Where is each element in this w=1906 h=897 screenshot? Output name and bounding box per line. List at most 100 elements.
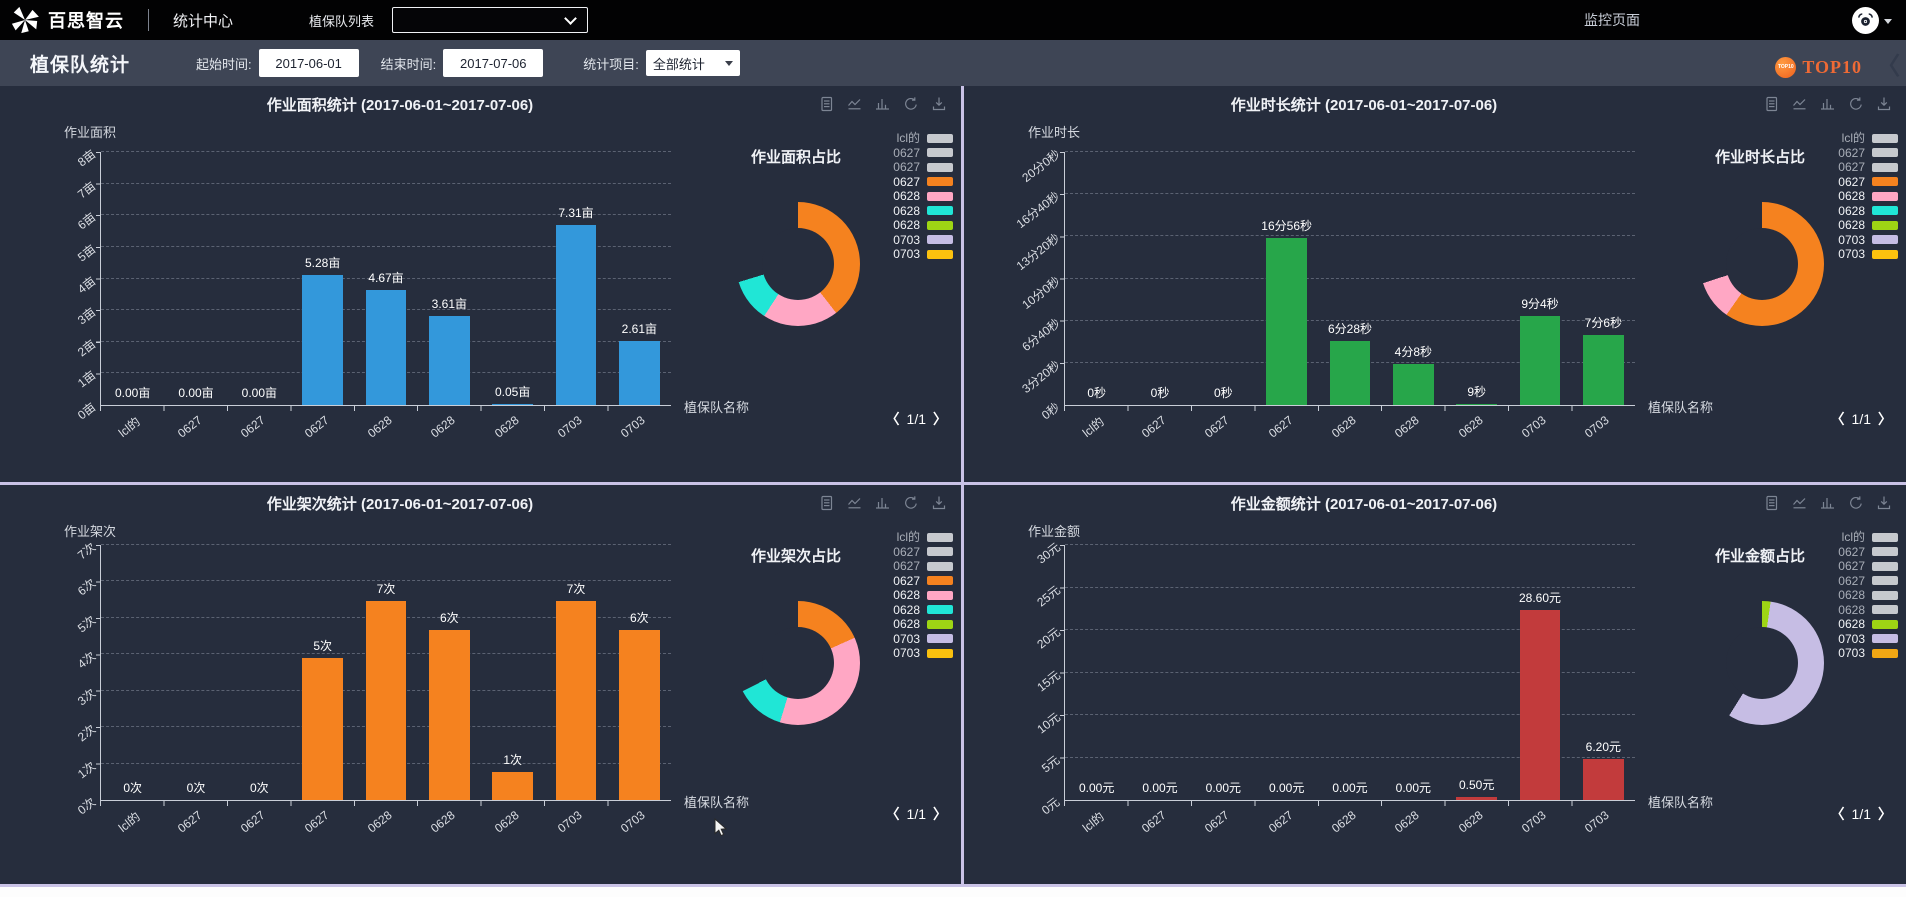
bar[interactable] — [429, 629, 470, 800]
legend-item[interactable]: 0703 — [893, 633, 953, 645]
bar[interactable] — [1393, 364, 1434, 405]
legend-item[interactable]: 0703 — [1838, 248, 1898, 260]
legend-item[interactable]: 0628 — [893, 589, 953, 601]
avatar-caret-icon[interactable] — [1884, 18, 1892, 24]
legend-item[interactable]: 0628 — [893, 190, 953, 202]
legend-item[interactable]: 0628 — [893, 618, 953, 630]
legend-item[interactable]: 0628 — [893, 205, 953, 217]
nav-item-statistics-center[interactable]: 统计中心 — [173, 10, 233, 31]
legend-item[interactable]: 0703 — [1838, 633, 1898, 645]
refresh-icon[interactable] — [903, 96, 919, 112]
legend-item[interactable]: 0628 — [1838, 589, 1898, 601]
prev-page-button[interactable]: 〈 — [1831, 804, 1845, 824]
bar[interactable] — [619, 629, 660, 800]
legend-item[interactable]: 0703 — [893, 647, 953, 659]
next-page-button[interactable]: 〉 — [1878, 409, 1892, 429]
download-icon[interactable] — [1876, 96, 1892, 112]
end-date-input[interactable] — [443, 49, 544, 77]
data-view-icon[interactable] — [819, 495, 835, 511]
bar[interactable] — [1519, 610, 1561, 800]
legend-item[interactable]: 0628 — [893, 604, 953, 616]
bar[interactable] — [365, 289, 407, 405]
line-chart-icon[interactable] — [1792, 495, 1808, 511]
legend-item[interactable]: lcl的 — [1838, 132, 1898, 144]
line-chart-icon[interactable] — [847, 495, 863, 511]
bar[interactable] — [302, 274, 343, 405]
line-chart-icon[interactable] — [1792, 96, 1808, 112]
bar[interactable] — [1456, 403, 1497, 405]
bar[interactable] — [555, 601, 597, 800]
legend-item[interactable]: 0628 — [1838, 618, 1898, 630]
legend-item[interactable]: lcl的 — [893, 531, 953, 543]
legend-item[interactable]: 0627 — [893, 161, 953, 173]
bar[interactable] — [365, 601, 407, 800]
prev-page-button[interactable]: 〈 — [886, 409, 900, 429]
legend-item[interactable]: lcl的 — [1838, 531, 1898, 543]
legend-item[interactable]: lcl的 — [893, 132, 953, 144]
legend-item[interactable]: 0628 — [1838, 205, 1898, 217]
bar[interactable] — [1519, 315, 1561, 405]
bar-chart-icon[interactable] — [875, 96, 891, 112]
bar[interactable] — [555, 224, 597, 405]
bar[interactable] — [492, 771, 533, 800]
legend-item[interactable]: 0627 — [893, 147, 953, 159]
nav-item-monitor-page[interactable]: 监控页面 — [1584, 10, 1640, 30]
download-icon[interactable] — [931, 96, 947, 112]
download-icon[interactable] — [931, 495, 947, 511]
donut-chart[interactable] — [1700, 202, 1824, 326]
legend-item[interactable]: 0628 — [1838, 190, 1898, 202]
top10-control[interactable]: TOP10 TOP10 〈 — [1775, 55, 1900, 79]
donut-chart[interactable] — [1700, 601, 1824, 725]
next-page-button[interactable]: 〉 — [933, 409, 947, 429]
data-view-icon[interactable] — [1764, 495, 1780, 511]
bar-chart-icon[interactable] — [1820, 96, 1836, 112]
prev-page-button[interactable]: 〈 — [1831, 409, 1845, 429]
legend-item[interactable]: 0627 — [1838, 161, 1898, 173]
legend-item[interactable]: 0627 — [1838, 575, 1898, 587]
refresh-icon[interactable] — [903, 495, 919, 511]
legend-item[interactable]: 0627 — [893, 560, 953, 572]
legend-item[interactable]: 0628 — [1838, 604, 1898, 616]
legend-item[interactable]: 0703 — [1838, 647, 1898, 659]
legend-item[interactable]: 0627 — [1838, 147, 1898, 159]
bar[interactable] — [1266, 237, 1307, 405]
bar[interactable] — [302, 657, 343, 800]
legend-item[interactable]: 0627 — [893, 575, 953, 587]
prev-page-button[interactable]: 〈 — [886, 804, 900, 824]
donut-chart[interactable] — [736, 601, 860, 725]
legend-item[interactable]: 0703 — [893, 234, 953, 246]
legend-item[interactable]: 0628 — [1838, 219, 1898, 231]
legend-item[interactable]: 0627 — [1838, 176, 1898, 188]
bar[interactable] — [1456, 796, 1497, 800]
collapse-chevron-icon[interactable]: 〈 — [1876, 55, 1900, 79]
line-chart-icon[interactable] — [847, 96, 863, 112]
legend-item[interactable]: 0627 — [1838, 560, 1898, 572]
avatar[interactable] — [1852, 6, 1879, 34]
next-page-button[interactable]: 〉 — [933, 804, 947, 824]
data-view-icon[interactable] — [819, 96, 835, 112]
legend-item[interactable]: 0627 — [893, 546, 953, 558]
legend-item[interactable]: 0703 — [893, 248, 953, 260]
legend-item[interactable]: 0627 — [893, 176, 953, 188]
legend-item[interactable]: 0703 — [1838, 234, 1898, 246]
download-icon[interactable] — [1876, 495, 1892, 511]
next-page-button[interactable]: 〉 — [1878, 804, 1892, 824]
refresh-icon[interactable] — [1848, 495, 1864, 511]
bar[interactable] — [429, 315, 470, 405]
bar-chart-icon[interactable] — [1820, 495, 1836, 511]
bar[interactable] — [1329, 341, 1371, 405]
start-date-input[interactable] — [258, 49, 359, 77]
bar[interactable] — [1583, 334, 1624, 405]
x-tick-label: 0628 — [428, 413, 458, 441]
refresh-icon[interactable] — [1848, 96, 1864, 112]
donut-chart[interactable] — [736, 202, 860, 326]
bar-chart-icon[interactable] — [875, 495, 891, 511]
bar[interactable] — [1583, 758, 1624, 800]
bar[interactable] — [492, 403, 533, 405]
team-select[interactable] — [392, 7, 589, 33]
statistic-item-select[interactable]: 全部统计 — [645, 50, 740, 76]
legend-item[interactable]: 0627 — [1838, 546, 1898, 558]
bar[interactable] — [619, 340, 660, 405]
data-view-icon[interactable] — [1764, 96, 1780, 112]
legend-item[interactable]: 0628 — [893, 219, 953, 231]
